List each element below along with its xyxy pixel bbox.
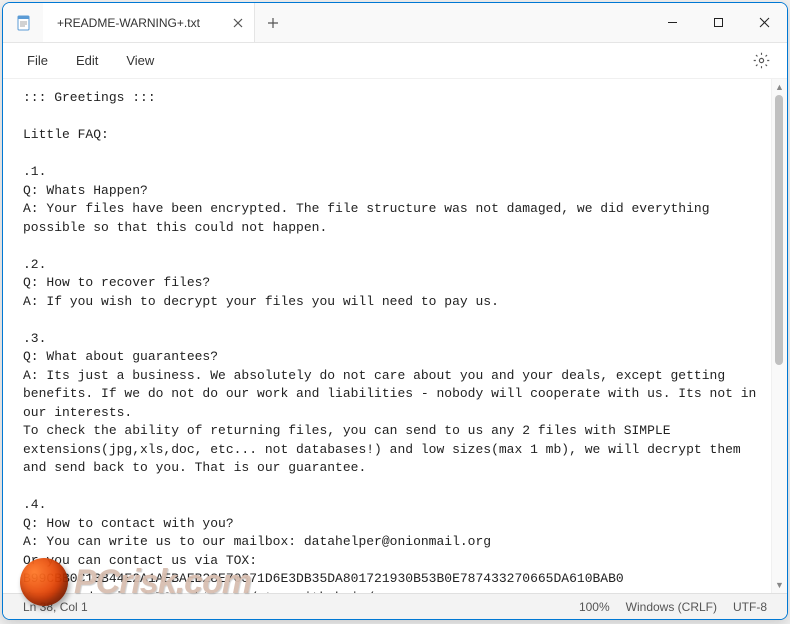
scroll-track[interactable]: [772, 95, 787, 577]
status-encoding: UTF-8: [725, 600, 775, 614]
menu-file[interactable]: File: [13, 47, 62, 74]
menu-view[interactable]: View: [112, 47, 168, 74]
vertical-scrollbar[interactable]: ▲ ▼: [771, 79, 787, 593]
notepad-window: +README-WARNING+.txt File Edit View: [2, 2, 788, 620]
settings-button[interactable]: [745, 45, 777, 77]
minimize-button[interactable]: [649, 3, 695, 42]
scroll-down-arrow[interactable]: ▼: [772, 577, 787, 593]
text-editor[interactable]: ::: Greetings ::: Little FAQ: .1. Q: Wha…: [3, 79, 771, 593]
window-controls: [649, 3, 787, 42]
status-zoom: 100%: [571, 600, 618, 614]
notepad-icon: [15, 14, 33, 32]
scroll-up-arrow[interactable]: ▲: [772, 79, 787, 95]
menubar: File Edit View: [3, 43, 787, 79]
new-tab-button[interactable]: [255, 3, 291, 42]
content-area: ::: Greetings ::: Little FAQ: .1. Q: Wha…: [3, 79, 787, 593]
menu-edit[interactable]: Edit: [62, 47, 112, 74]
status-eol: Windows (CRLF): [618, 600, 725, 614]
status-position: Ln 38, Col 1: [15, 600, 96, 614]
tab-close-button[interactable]: [230, 15, 246, 31]
statusbar: Ln 38, Col 1 100% Windows (CRLF) UTF-8: [3, 593, 787, 619]
scroll-thumb[interactable]: [775, 95, 783, 365]
file-tab[interactable]: +README-WARNING+.txt: [43, 3, 255, 42]
titlebar: +README-WARNING+.txt: [3, 3, 787, 43]
close-button[interactable]: [741, 3, 787, 42]
tab-title: +README-WARNING+.txt: [57, 16, 200, 30]
maximize-button[interactable]: [695, 3, 741, 42]
